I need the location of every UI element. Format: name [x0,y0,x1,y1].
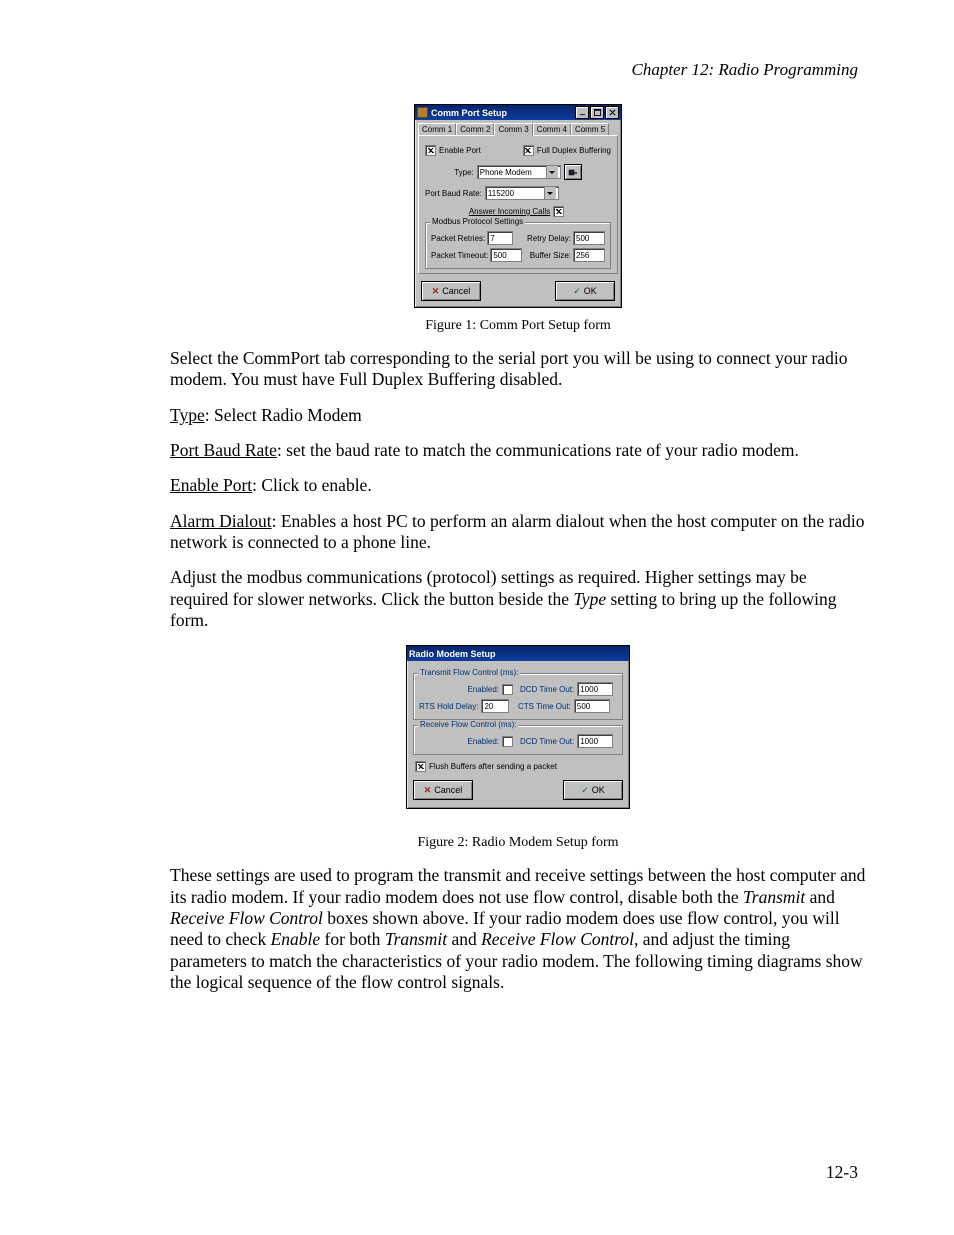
buffer-size-label: Buffer Size: [530,251,571,260]
flush-label: Flush Buffers after sending a packet [429,762,557,771]
type-value: Phone Modem [480,168,546,177]
rx-dcd-field[interactable]: 1000 [577,734,613,748]
full-duplex-checkbox[interactable] [523,145,534,156]
packet-timeout-label: Packet Timeout: [431,251,488,260]
cts-field[interactable]: 500 [574,699,610,713]
page-header: Chapter 12: Radio Programming [631,60,858,80]
retry-delay-field[interactable]: 500 [573,231,605,245]
tab-comm-3[interactable]: Comm 3 [494,123,532,136]
ok-button[interactable]: ✓OK [555,281,615,301]
rts-field[interactable]: 20 [481,699,509,713]
rx-dcd-label: DCD Time Out: [520,737,574,746]
dialog-titlebar: Comm Port Setup [415,105,621,120]
check-icon: ✓ [573,286,581,297]
radio-modem-setup-dialog: Radio Modem Setup Transmit Flow Control … [406,645,630,809]
tab-comm-4[interactable]: Comm 4 [533,123,571,135]
page-number: 12-3 [826,1162,858,1183]
transmit-group-label: Transmit Flow Control (ms): [418,668,520,677]
modbus-group: Modbus Protocol Settings Packet Retries:… [425,222,611,269]
check-icon: ✓ [581,785,589,796]
baud-label: Port Baud Rate: [425,189,482,198]
retry-delay-label: Retry Delay: [527,234,571,243]
enable-port-checkbox[interactable] [425,145,436,156]
tab-comm-5[interactable]: Comm 5 [571,123,609,135]
figure-1-caption: Figure 1: Comm Port Setup form [170,318,866,334]
chevron-down-icon[interactable] [544,187,556,199]
rx-enabled-label: Enabled: [467,737,499,746]
cts-label: CTS Time Out: [518,702,571,711]
paragraph-adjust: Adjust the modbus communications (protoc… [170,567,866,631]
tab-comm-2[interactable]: Comm 2 [456,123,494,135]
packet-retries-label: Packet Retries: [431,234,485,243]
tx-enabled-label: Enabled: [467,685,499,694]
paragraph-settings: These settings are used to program the t… [170,865,866,993]
ok-button[interactable]: ✓OK [563,780,623,800]
paragraph-type: Type: Select Radio Modem [170,405,866,426]
transmit-group: Transmit Flow Control (ms): Enabled: DCD… [413,673,623,720]
dialog-titlebar: Radio Modem Setup [407,646,629,661]
dcd-field[interactable]: 1000 [577,682,613,696]
packet-timeout-field[interactable]: 500 [490,248,522,262]
baud-value: 115200 [488,189,544,198]
answer-label: Answer Incoming Calls [469,207,550,216]
receive-group-label: Receive Flow Control (ms): [418,720,518,729]
type-label: Type: [454,168,474,177]
flush-checkbox[interactable] [415,761,426,772]
tab-comm-1[interactable]: Comm 1 [418,123,456,135]
type-combo[interactable]: Phone Modem [477,165,561,179]
rts-label: RTS Hold Delay: [419,702,478,711]
cancel-button[interactable]: ✕Cancel [413,780,473,800]
receive-group: Receive Flow Control (ms): Enabled: DCD … [413,725,623,755]
modbus-group-label: Modbus Protocol Settings [430,217,525,226]
x-icon: ✕ [424,785,432,796]
paragraph-baud: Port Baud Rate: set the baud rate to mat… [170,440,866,461]
full-duplex-label: Full Duplex Buffering [537,146,611,155]
comm-port-setup-dialog: Comm Port Setup Comm 1 Comm 2 Comm 3 Com… [414,104,622,308]
baud-combo[interactable]: 115200 [485,186,559,200]
paragraph-enable: Enable Port: Click to enable. [170,475,866,496]
packet-retries-field[interactable]: 7 [487,231,513,245]
app-icon [417,107,428,118]
minimize-icon[interactable] [575,106,589,119]
rx-enabled-checkbox[interactable] [502,736,513,747]
type-settings-button[interactable] [564,164,582,180]
paragraph-1: Select the CommPort tab corresponding to… [170,348,866,391]
figure-2-caption: Figure 2: Radio Modem Setup form [170,835,866,851]
x-icon: ✕ [432,286,440,297]
dialog-title: Comm Port Setup [431,108,507,118]
chevron-down-icon[interactable] [546,166,558,178]
buffer-size-field[interactable]: 256 [573,248,605,262]
dcd-label: DCD Time Out: [520,685,574,694]
dialog-title: Radio Modem Setup [409,649,496,659]
maximize-icon[interactable] [590,106,604,119]
close-icon[interactable] [605,106,619,119]
answer-checkbox[interactable] [553,206,564,217]
enable-port-label: Enable Port [439,146,481,155]
cancel-button[interactable]: ✕Cancel [421,281,481,301]
paragraph-alarm: Alarm Dialout: Enables a host PC to perf… [170,511,866,554]
tx-enabled-checkbox[interactable] [502,684,513,695]
tab-strip: Comm 1 Comm 2 Comm 3 Comm 4 Comm 5 [415,120,621,135]
